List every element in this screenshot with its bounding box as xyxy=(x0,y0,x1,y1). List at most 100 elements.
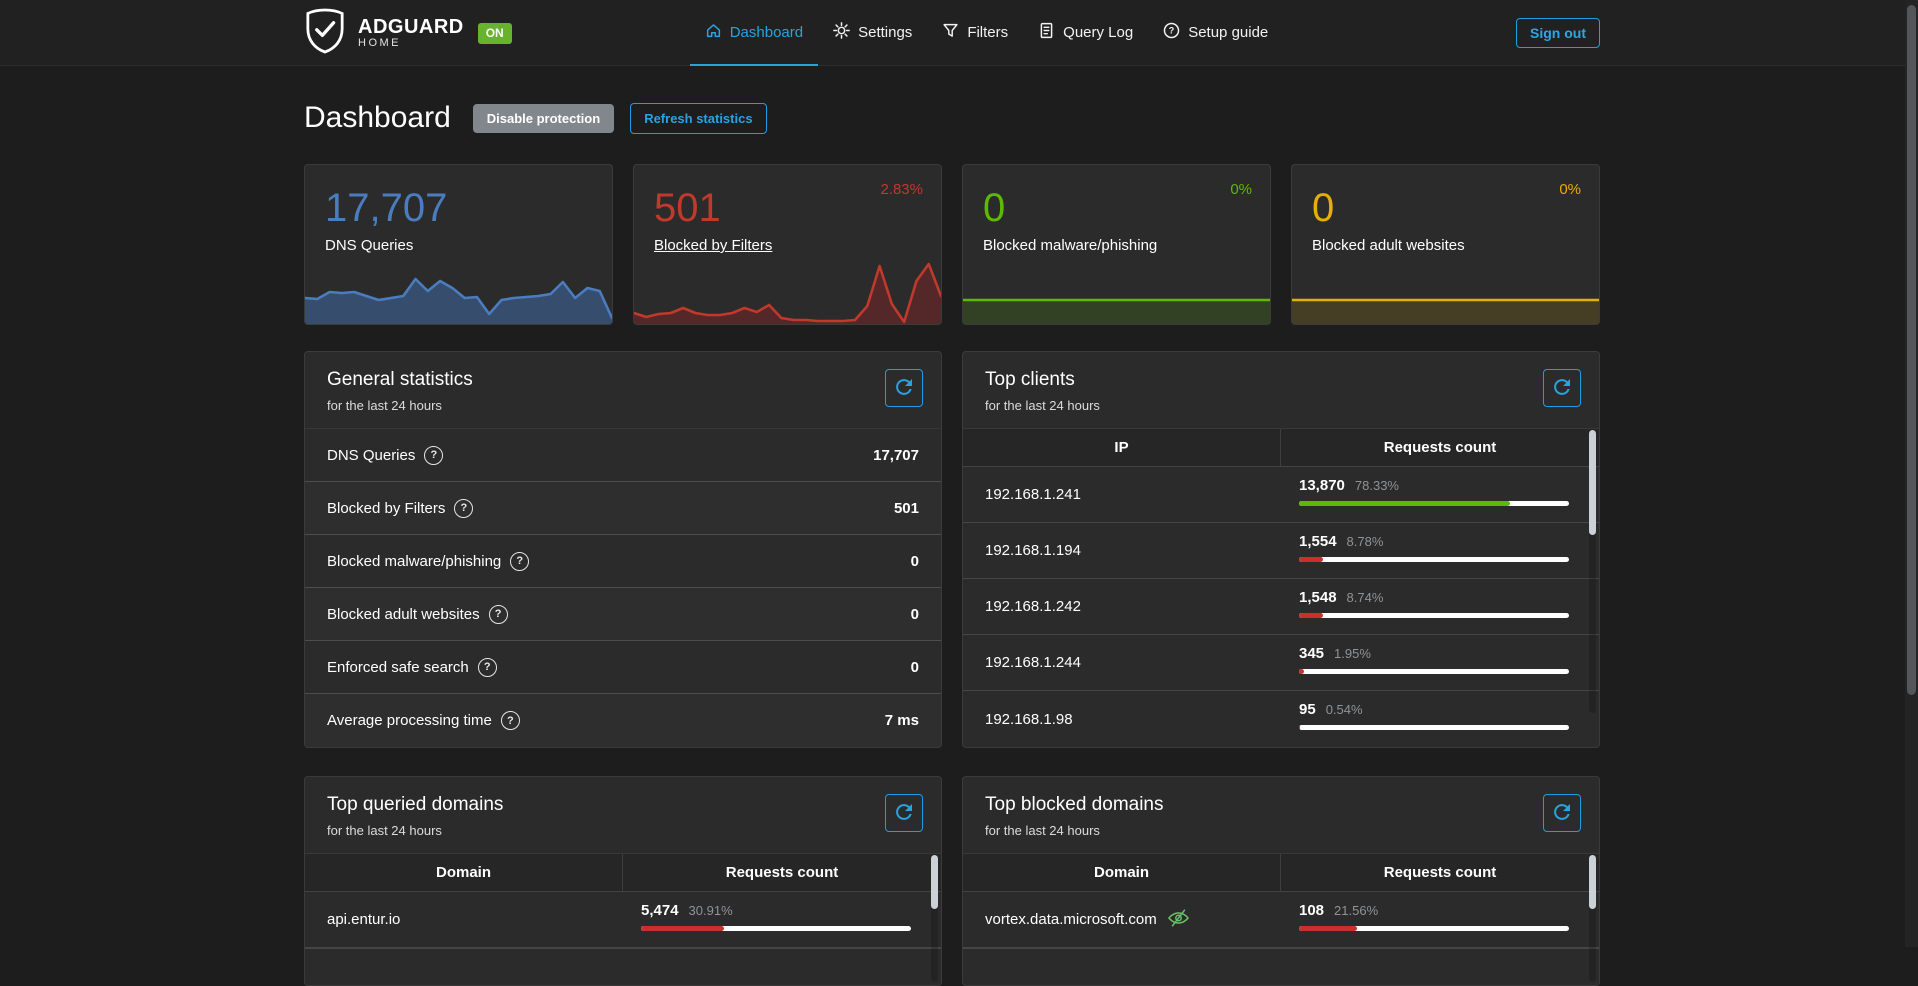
panel-title: General statistics xyxy=(327,369,919,391)
disable-protection-button[interactable]: Disable protection xyxy=(473,104,614,133)
refresh-top-clients-button[interactable] xyxy=(1543,369,1581,407)
nav-item-filters[interactable]: Filters xyxy=(927,0,1023,66)
panel-scrollbar-thumb[interactable] xyxy=(1589,855,1596,909)
help-icon[interactable]: ? xyxy=(454,499,473,518)
blocked-malware-sparkline xyxy=(963,258,1270,324)
refresh-icon xyxy=(1554,804,1570,823)
client-ip[interactable]: 192.168.1.244 xyxy=(963,635,1281,690)
card-percent: 2.83% xyxy=(880,181,923,198)
column-header-requests-count[interactable]: Requests count xyxy=(623,854,941,891)
page-title-row: Dashboard Disable protection Refresh sta… xyxy=(304,96,1600,140)
help-icon[interactable]: ? xyxy=(510,552,529,571)
client-ip[interactable]: 192.168.1.98 xyxy=(963,691,1281,747)
card-percent: 0% xyxy=(1559,181,1581,198)
stat-card-blocked-by-filters: 2.83% 501 Blocked by Filters xyxy=(633,164,942,325)
table-row: api.entur.io 5,47430.91% xyxy=(305,892,941,948)
stat-label-text: Blocked adult websites xyxy=(327,606,480,623)
nav-item-settings[interactable]: Settings xyxy=(818,0,927,66)
next-row-divider xyxy=(305,948,941,960)
refresh-icon xyxy=(896,804,912,823)
stat-value: 501 xyxy=(894,500,919,517)
help-icon[interactable]: ? xyxy=(489,605,508,624)
requests-bar xyxy=(641,926,911,931)
requests-percent: 8.74% xyxy=(1347,590,1384,605)
column-header-domain[interactable]: Domain xyxy=(305,854,623,891)
requests-bar-fill xyxy=(641,926,724,931)
requests-percent: 1.95% xyxy=(1334,646,1371,661)
table-row: 192.168.1.242 1,548 8.74% xyxy=(963,579,1599,635)
brand-subtitle: HOME xyxy=(358,37,464,50)
home-icon xyxy=(705,22,722,43)
nav-item-setup-guide[interactable]: ? Setup guide xyxy=(1148,0,1283,66)
table-row: 192.168.1.194 1,5548.78% xyxy=(963,523,1599,579)
blocked-adult-sparkline xyxy=(1292,258,1599,324)
stat-card-blocked-adult: 0% 0 Blocked adult websites xyxy=(1291,164,1600,325)
refresh-top-blocked-button[interactable] xyxy=(1543,794,1581,832)
sign-out-button[interactable]: Sign out xyxy=(1516,18,1600,48)
requests-bar-fill xyxy=(1299,613,1323,618)
refresh-statistics-button[interactable]: Refresh statistics xyxy=(630,103,766,134)
requests-bar-fill xyxy=(1299,725,1300,730)
stat-label-text: Average processing time xyxy=(327,712,492,729)
page-scrollbar[interactable] xyxy=(1905,0,1918,947)
card-value: 0 xyxy=(983,187,1250,229)
panel-subtitle: for the last 24 hours xyxy=(985,823,1577,838)
domain-name[interactable]: vortex.data.microsoft.com xyxy=(985,911,1157,928)
requests-count: 1,548 xyxy=(1299,589,1337,606)
nav-label: Setup guide xyxy=(1188,24,1268,41)
shield-check-icon xyxy=(304,8,346,59)
nav-item-query-log[interactable]: Query Log xyxy=(1023,0,1148,66)
stat-row: Average processing time? 7 ms xyxy=(305,694,941,747)
stat-value: 7 ms xyxy=(885,712,919,729)
refresh-top-queried-button[interactable] xyxy=(885,794,923,832)
adguard-home-logo[interactable]: ADGUARD HOME ON xyxy=(304,8,512,59)
top-clients-panel: Top clients for the last 24 hours IP Req… xyxy=(962,351,1600,748)
table-row: vortex.data.microsoft.com 10821.56% xyxy=(963,892,1599,948)
requests-bar xyxy=(1299,669,1569,674)
blocked-by-filters-sparkline xyxy=(634,258,941,324)
nav-item-dashboard[interactable]: Dashboard xyxy=(690,0,818,66)
domain-name[interactable]: api.entur.io xyxy=(305,892,623,947)
table-header: Domain Requests count xyxy=(963,854,1599,892)
help-icon[interactable]: ? xyxy=(501,711,520,730)
requests-percent: 78.33% xyxy=(1355,478,1399,493)
client-ip[interactable]: 192.168.1.194 xyxy=(963,523,1281,578)
nav-label: Settings xyxy=(858,24,912,41)
client-ip[interactable]: 192.168.1.242 xyxy=(963,579,1281,634)
blocked-by-filters-link[interactable]: Blocked by Filters xyxy=(654,237,921,254)
page-scrollbar-thumb[interactable] xyxy=(1907,5,1916,695)
stat-value: 0 xyxy=(911,606,919,623)
general-statistics-panel: General statistics for the last 24 hours… xyxy=(304,351,942,748)
requests-percent: 0.54% xyxy=(1326,702,1363,717)
panels-row-2: Top queried domains for the last 24 hour… xyxy=(304,776,1600,986)
help-icon[interactable]: ? xyxy=(424,446,443,465)
top-queried-rows: api.entur.io 5,47430.91% xyxy=(305,892,941,960)
requests-bar xyxy=(1299,613,1569,618)
dns-queries-sparkline xyxy=(305,258,612,324)
requests-bar-fill xyxy=(1299,557,1323,562)
panel-scrollbar-thumb[interactable] xyxy=(1589,430,1596,535)
column-header-requests-count[interactable]: Requests count xyxy=(1281,854,1599,891)
table-header: IP Requests count xyxy=(963,429,1599,467)
refresh-icon xyxy=(1554,379,1570,398)
help-icon[interactable]: ? xyxy=(478,658,497,677)
refresh-general-statistics-button[interactable] xyxy=(885,369,923,407)
document-icon xyxy=(1038,22,1055,43)
top-clients-rows: 192.168.1.241 13,87078.33% 192.168.1.194… xyxy=(963,467,1599,747)
stat-row: Blocked malware/phishing? 0 xyxy=(305,535,941,588)
general-statistics-rows: DNS Queries? 17,707 Blocked by Filters? … xyxy=(305,429,941,747)
panel-title: Top blocked domains xyxy=(985,794,1577,816)
panel-scrollbar-thumb[interactable] xyxy=(931,855,938,909)
column-header-domain[interactable]: Domain xyxy=(963,854,1281,891)
requests-count: 108 xyxy=(1299,902,1324,919)
tracker-eye-off-icon[interactable] xyxy=(1167,908,1190,932)
panel-title: Top clients xyxy=(985,369,1577,391)
requests-count: 95 xyxy=(1299,701,1316,718)
column-header-ip[interactable]: IP xyxy=(963,429,1281,466)
card-label: DNS Queries xyxy=(325,237,592,254)
requests-bar xyxy=(1299,926,1569,931)
column-header-requests-count[interactable]: Requests count xyxy=(1281,429,1599,466)
stat-row: DNS Queries? 17,707 xyxy=(305,429,941,482)
requests-count: 5,474 xyxy=(641,902,679,919)
client-ip[interactable]: 192.168.1.241 xyxy=(963,467,1281,522)
